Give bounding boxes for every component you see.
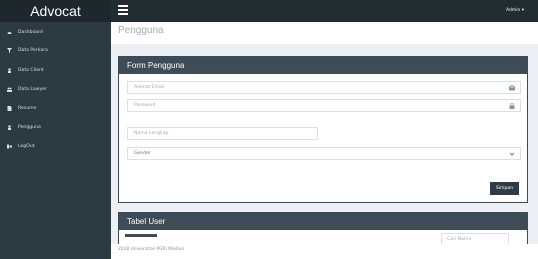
sidebar-item-data-client[interactable]: Data Client <box>0 62 111 79</box>
logout-icon <box>7 144 12 149</box>
top-navbar: Advocat Admin ▾ <box>0 0 538 22</box>
sidebar-item-data-lawyer[interactable]: Data Lawyer <box>0 81 111 98</box>
save-button[interactable]: Simpan <box>490 182 519 195</box>
sidebar-item-pengguna[interactable]: Pengguna <box>0 119 111 136</box>
sidebar-item-label: Dashboard <box>18 30 43 35</box>
password-field[interactable]: Password <box>127 99 521 112</box>
full-name-field[interactable]: Nama Lengkap <box>127 127 318 140</box>
user-icon <box>8 125 11 130</box>
sidebar-item-resume[interactable]: Resume <box>0 100 111 117</box>
sidebar-item-dashboard[interactable]: Dashboard <box>0 24 111 41</box>
sidebar-item-label: LogOut <box>18 144 35 149</box>
sidebar-item-label: Resume <box>18 106 37 111</box>
page-title: Pengguna <box>118 25 164 36</box>
menu-toggle-icon[interactable] <box>118 5 128 15</box>
footer-text: 2018 Universitas PGRI Madiun <box>118 247 185 252</box>
sidebar: Dashboard Data Perkara Data Client Data … <box>0 22 111 259</box>
sidebar-item-label: Data Lawyer <box>18 87 47 92</box>
email-placeholder: Alamat Email <box>134 85 165 90</box>
table-panel-heading: Tabel User <box>119 213 527 230</box>
filter-icon <box>7 48 12 53</box>
file-icon <box>7 106 12 111</box>
sidebar-item-data-perkara[interactable]: Data Perkara <box>0 42 111 59</box>
envelope-icon <box>509 85 515 91</box>
chevron-down-icon <box>509 152 515 156</box>
search-placeholder: Cari Nama <box>447 237 472 242</box>
users-icon <box>7 87 12 92</box>
form-panel-heading: Form Pengguna <box>119 57 527 74</box>
brand-logo[interactable]: Advocat <box>0 0 111 22</box>
form-panel: Form Pengguna Alamat Email Password Nama… <box>118 56 528 203</box>
gender-select[interactable]: Gender <box>127 147 521 160</box>
password-placeholder: Password <box>134 103 156 108</box>
user-menu[interactable]: Admin ▾ <box>506 0 524 22</box>
sidebar-item-label: Data Perkara <box>18 48 48 53</box>
email-field[interactable]: Alamat Email <box>127 81 521 94</box>
sidebar-item-label: Pengguna <box>18 125 41 130</box>
lock-icon <box>509 103 515 109</box>
sidebar-item-logout[interactable]: LogOut <box>0 138 111 155</box>
full-name-placeholder: Nama Lengkap <box>134 131 169 136</box>
dashboard-icon <box>7 32 12 34</box>
sidebar-item-label: Data Client <box>18 68 44 73</box>
page-header: Pengguna <box>111 22 538 44</box>
table-toolbar-bar <box>125 234 157 237</box>
gender-selected-value: Gender <box>134 151 151 156</box>
user-icon <box>8 68 11 73</box>
